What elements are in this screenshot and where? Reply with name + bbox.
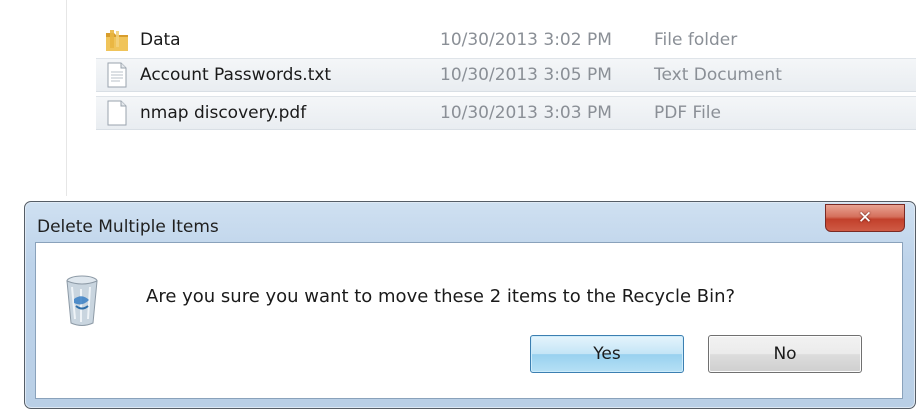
dialog-message: Are you sure you want to move these 2 it… [146, 286, 736, 307]
file-type: PDF File [654, 103, 721, 123]
close-button[interactable]: ✕ [825, 204, 905, 232]
screen: Data 10/30/2013 3:02 PM File folder Acco… [0, 0, 916, 416]
file-row-data[interactable]: Data 10/30/2013 3:02 PM File folder [96, 23, 916, 57]
yes-button[interactable]: Yes [530, 335, 684, 373]
file-type: File folder [654, 30, 738, 50]
no-button[interactable]: No [708, 335, 862, 373]
folder-icon [104, 26, 130, 54]
dialog-body: Are you sure you want to move these 2 it… [35, 242, 903, 399]
file-date: 10/30/2013 3:02 PM [440, 30, 612, 50]
recycle-bin-icon [62, 273, 102, 329]
close-icon: ✕ [857, 207, 873, 228]
pane-divider [66, 0, 67, 196]
pdf-document-icon [104, 99, 130, 127]
file-name: nmap discovery.pdf [140, 103, 307, 123]
file-date: 10/30/2013 3:05 PM [440, 65, 612, 85]
file-date: 10/30/2013 3:03 PM [440, 103, 612, 123]
file-name: Data [140, 30, 181, 50]
delete-multiple-items-dialog: Delete Multiple Items ✕ Are you sure you… [24, 201, 916, 409]
text-document-icon [104, 61, 130, 89]
file-row-nmap-discovery[interactable]: nmap discovery.pdf 10/30/2013 3:03 PM PD… [96, 96, 916, 130]
file-row-account-passwords[interactable]: Account Passwords.txt 10/30/2013 3:05 PM… [96, 58, 916, 92]
file-name: Account Passwords.txt [140, 65, 332, 85]
dialog-title: Delete Multiple Items [37, 217, 219, 237]
file-type: Text Document [654, 65, 782, 85]
